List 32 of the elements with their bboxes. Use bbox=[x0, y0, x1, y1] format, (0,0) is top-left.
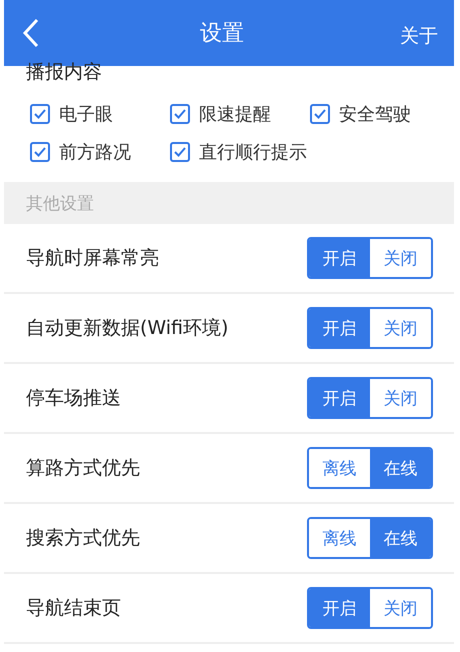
segment-option[interactable]: 在线 bbox=[370, 519, 431, 557]
check-icon bbox=[314, 109, 326, 119]
setting-label: 导航时屏幕常亮 bbox=[26, 246, 159, 271]
checkbox[interactable] bbox=[30, 142, 50, 162]
setting-label: 算路方式优先 bbox=[26, 456, 140, 481]
checkbox-option[interactable]: 安全驾驶 bbox=[310, 102, 450, 126]
segment-option[interactable]: 开启 bbox=[309, 309, 370, 347]
setting-label: 自动更新数据(Wifi环境) bbox=[26, 316, 228, 341]
setting-label: 导航结束页 bbox=[26, 596, 121, 621]
back-icon bbox=[22, 18, 40, 48]
checkbox[interactable] bbox=[170, 142, 190, 162]
check-icon bbox=[174, 147, 186, 157]
check-icon bbox=[34, 109, 46, 119]
check-icon bbox=[174, 109, 186, 119]
checkbox[interactable] bbox=[30, 104, 50, 124]
page-title: 设置 bbox=[200, 20, 244, 48]
checkbox-option[interactable]: 限速提醒 bbox=[170, 102, 310, 126]
segment-option[interactable]: 开启 bbox=[309, 379, 370, 417]
checkbox-option[interactable]: 前方路况 bbox=[30, 140, 170, 164]
section-title: 播报内容 bbox=[25, 60, 103, 84]
check-icon bbox=[34, 147, 46, 157]
checkbox[interactable] bbox=[310, 104, 330, 124]
segment-option[interactable]: 开启 bbox=[309, 239, 370, 277]
setting-label: 搜索方式优先 bbox=[26, 526, 140, 551]
setting-label: 停车场推送 bbox=[26, 386, 121, 411]
checkbox[interactable] bbox=[170, 104, 190, 124]
checkbox-option[interactable]: 直行顺行提示 bbox=[170, 140, 310, 164]
checkbox-option[interactable]: 电子眼 bbox=[30, 102, 170, 126]
section-header: 其他设置 bbox=[4, 182, 454, 224]
about-link[interactable]: 关于 bbox=[400, 23, 438, 49]
segment-option[interactable]: 在线 bbox=[370, 449, 431, 487]
segment-option[interactable]: 开启 bbox=[309, 589, 370, 627]
